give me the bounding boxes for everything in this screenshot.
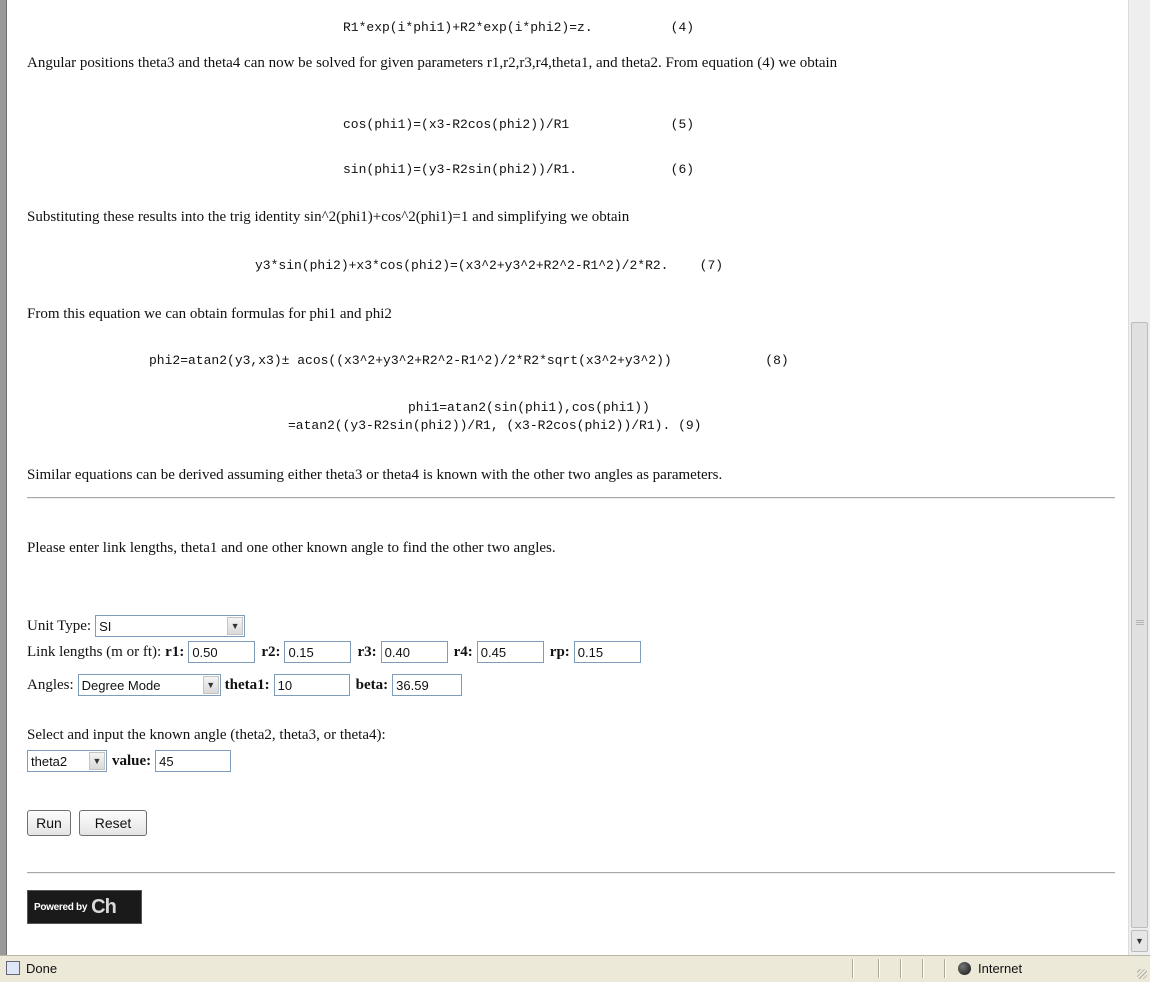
security-zone-label: Internet <box>978 961 1023 976</box>
status-separator <box>878 959 880 978</box>
known-angle-select[interactable]: theta2 ▼ <box>27 750 107 772</box>
paragraph-from-this-equation: From this equation we can obtain formula… <box>27 306 392 322</box>
paragraph-substituting: Substituting these results into the trig… <box>27 209 630 225</box>
beta-label: beta: <box>355 676 389 693</box>
scrollbar-thumb[interactable] <box>1131 322 1148 928</box>
run-button[interactable]: Run <box>27 810 71 836</box>
angles-row: Angles: Degree Mode ▼ theta1: beta: <box>27 674 463 696</box>
rp-label: rp: <box>549 643 570 660</box>
link-lengths-label: Link lengths (m or ft): <box>27 643 162 660</box>
equation-6: sin(phi1)=(y3-R2sin(phi2))/R1. (6) <box>343 162 695 177</box>
equation-9-line1: phi1=atan2(sin(phi1),cos(phi1)) <box>408 400 650 415</box>
equation-8: phi2=atan2(y3,x3)± acos((x3^2+y3^2+R2^2-… <box>149 353 789 368</box>
angle-mode-value: Degree Mode <box>81 677 161 693</box>
r1-input[interactable] <box>188 641 256 663</box>
unit-type-label: Unit Type: <box>27 617 92 634</box>
angles-label: Angles: <box>27 676 74 693</box>
status-separator <box>852 959 854 978</box>
unit-type-row: Unit Type: SI ▼ <box>27 615 246 637</box>
link-lengths-row: Link lengths (m or ft): r1: r2: r3: r4: … <box>27 641 641 663</box>
r2-input[interactable] <box>284 641 352 663</box>
resize-grip-icon[interactable] <box>1137 969 1147 979</box>
powered-by-text: Powered by <box>34 901 88 913</box>
r1-label: r1: <box>165 643 185 660</box>
powered-by-ch-logo[interactable]: Powered by Ch <box>27 890 142 924</box>
vertical-scrollbar[interactable]: ▼ <box>1128 0 1150 955</box>
globe-icon <box>958 962 971 975</box>
r4-label: r4: <box>453 643 473 660</box>
status-text: Done <box>26 961 58 976</box>
chevron-down-icon[interactable]: ▼ <box>202 676 219 694</box>
theta1-input[interactable] <box>273 674 350 696</box>
reset-button[interactable]: Reset <box>79 810 147 836</box>
status-separator <box>922 959 924 978</box>
equation-9-line2: =atan2((y3-R2sin(phi2))/R1, (x3-R2cos(ph… <box>288 418 702 433</box>
window-left-frame <box>0 0 7 955</box>
unit-type-select[interactable]: SI ▼ <box>95 615 246 637</box>
chevron-down-icon[interactable]: ▼ <box>89 752 105 770</box>
status-bar: Done Internet <box>0 955 1150 982</box>
status-separator <box>900 959 902 978</box>
ch-brand-text: Ch <box>91 895 117 918</box>
paragraph-angular-positions: Angular positions theta3 and theta4 can … <box>27 55 838 71</box>
scrollbar-grip-icon <box>1136 620 1144 626</box>
divider <box>27 497 1115 499</box>
value-label: value: <box>112 752 152 769</box>
beta-input[interactable] <box>392 674 463 696</box>
page-done-icon <box>6 961 20 975</box>
known-angle-prompt: Select and input the known angle (theta2… <box>27 727 386 743</box>
theta1-label: theta1: <box>224 676 270 693</box>
rp-input[interactable] <box>573 641 641 663</box>
known-angle-value-input[interactable] <box>155 750 232 772</box>
equation-5: cos(phi1)=(x3-R2cos(phi2))/R1 (5) <box>343 117 695 132</box>
scroll-down-arrow-icon[interactable]: ▼ <box>1131 930 1148 952</box>
status-separator <box>944 959 946 978</box>
r4-input[interactable] <box>476 641 544 663</box>
chevron-down-icon[interactable]: ▼ <box>227 617 244 635</box>
r3-input[interactable] <box>380 641 448 663</box>
equation-4: R1*exp(i*phi1)+R2*exp(i*phi2)=z. (4) <box>343 20 695 35</box>
r3-label: r3: <box>357 643 377 660</box>
known-angle-row: theta2 ▼ value: <box>27 750 232 772</box>
equation-7: y3*sin(phi2)+x3*cos(phi2)=(x3^2+y3^2+R2^… <box>255 258 724 273</box>
angle-mode-select[interactable]: Degree Mode ▼ <box>77 674 221 696</box>
bottom-divider <box>27 872 1115 874</box>
instructions-text: Please enter link lengths, theta1 and on… <box>27 540 556 556</box>
page-content: R1*exp(i*phi1)+R2*exp(i*phi2)=z. (4) Ang… <box>27 0 1122 955</box>
paragraph-similar-equations: Similar equations can be derived assumin… <box>27 467 723 483</box>
unit-type-value: SI <box>99 618 112 634</box>
r2-label: r2: <box>261 643 281 660</box>
known-angle-select-value: theta2 <box>31 753 68 769</box>
